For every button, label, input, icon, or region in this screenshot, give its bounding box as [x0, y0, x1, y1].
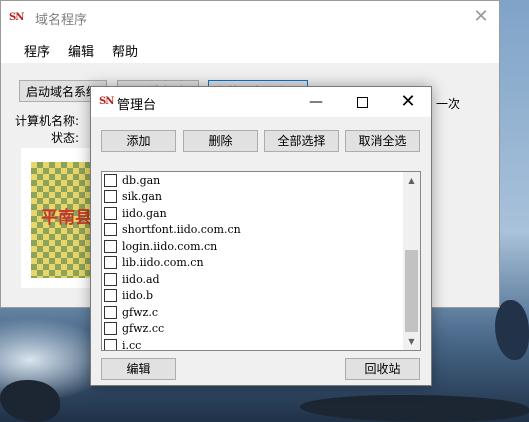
- dialog-close-button[interactable]: ✕: [385, 87, 431, 117]
- menu-help[interactable]: 帮助: [112, 41, 138, 60]
- deselect-all-button[interactable]: 取消全选: [345, 130, 420, 152]
- list-item[interactable]: i.cc: [104, 337, 402, 351]
- recycle-bin-button[interactable]: 回收站: [345, 358, 420, 380]
- item-label: iido.b: [122, 289, 154, 303]
- item-label: gfwz.cc: [122, 322, 165, 336]
- dialog-title: 管理台: [117, 98, 157, 113]
- item-checkbox[interactable]: [104, 305, 117, 319]
- computer-name-label: 计算机名称:: [15, 114, 80, 128]
- dialog-title-bar[interactable]: SN 管理台 — ✕: [91, 87, 431, 117]
- desktop-rock: [300, 395, 529, 422]
- item-checkbox[interactable]: [104, 223, 117, 237]
- item-checkbox[interactable]: [104, 256, 117, 270]
- app-logo-icon: SN: [9, 12, 24, 23]
- item-checkbox[interactable]: [104, 239, 117, 253]
- logo-image-panel: 平南县: [21, 148, 101, 288]
- scroll-down-icon[interactable]: ▼: [403, 333, 420, 350]
- item-checkbox[interactable]: [104, 322, 117, 336]
- item-checkbox[interactable]: [104, 190, 117, 204]
- menu-program[interactable]: 程序: [24, 41, 50, 60]
- item-checkbox[interactable]: [104, 173, 117, 187]
- item-label: sik.gan: [122, 190, 163, 204]
- list-item[interactable]: gfwz.c: [104, 304, 402, 321]
- main-close-button[interactable]: ✕: [471, 7, 491, 27]
- maximize-button[interactable]: [339, 87, 385, 117]
- vertical-scrollbar[interactable]: ▲ ▼: [403, 172, 420, 350]
- main-title-bar[interactable]: SN 域名程序 ✕: [1, 1, 499, 33]
- item-label: shortfont.iido.com.cn: [122, 223, 241, 237]
- item-checkbox[interactable]: [104, 289, 117, 303]
- management-dialog: SN 管理台 — ✕ 添加 删除 全部选择 取消全选 db.gan sik.ga…: [90, 86, 432, 386]
- trailing-text: 一次: [436, 97, 461, 111]
- list-item[interactable]: sik.gan: [104, 189, 402, 206]
- minimize-button[interactable]: —: [293, 87, 339, 117]
- domain-checklist[interactable]: db.gan sik.gan iido.gan shortfont.iido.c…: [101, 171, 421, 351]
- edit-button[interactable]: 编辑: [101, 358, 176, 380]
- desktop-rock: [0, 380, 60, 422]
- item-checkbox[interactable]: [104, 338, 117, 350]
- list-item[interactable]: login.iido.com.cn: [104, 238, 402, 255]
- menu-edit[interactable]: 编辑: [68, 41, 94, 60]
- item-label: iido.ad: [122, 272, 160, 286]
- domain-list-items: db.gan sik.gan iido.gan shortfont.iido.c…: [104, 172, 402, 351]
- main-window-title: 域名程序: [35, 13, 88, 28]
- menu-bar: 程序 编辑 帮助: [1, 33, 499, 63]
- item-label: login.iido.com.cn: [122, 239, 218, 253]
- desktop-rock: [495, 300, 529, 360]
- item-checkbox[interactable]: [104, 206, 117, 220]
- maximize-icon: [356, 96, 368, 108]
- list-item[interactable]: iido.gan: [104, 205, 402, 222]
- list-item[interactable]: db.gan: [104, 172, 402, 189]
- item-label: lib.iido.com.cn: [122, 256, 204, 270]
- delete-button[interactable]: 删除: [183, 130, 258, 152]
- list-item[interactable]: gfwz.cc: [104, 321, 402, 338]
- scrollbar-thumb[interactable]: [405, 250, 418, 332]
- item-label: i.cc: [122, 338, 142, 351]
- list-item[interactable]: shortfont.iido.com.cn: [104, 222, 402, 239]
- item-label: gfwz.c: [122, 305, 158, 319]
- status-label: 状态:: [51, 131, 80, 145]
- item-checkbox[interactable]: [104, 272, 117, 286]
- item-label: iido.gan: [122, 206, 167, 220]
- select-all-button[interactable]: 全部选择: [264, 130, 339, 152]
- list-item[interactable]: iido.ad: [104, 271, 402, 288]
- item-label: db.gan: [122, 173, 161, 187]
- add-button[interactable]: 添加: [101, 130, 176, 152]
- dialog-logo-icon: SN: [99, 96, 114, 107]
- scroll-up-icon[interactable]: ▲: [403, 172, 420, 189]
- list-item[interactable]: iido.b: [104, 288, 402, 305]
- list-item[interactable]: lib.iido.com.cn: [104, 255, 402, 272]
